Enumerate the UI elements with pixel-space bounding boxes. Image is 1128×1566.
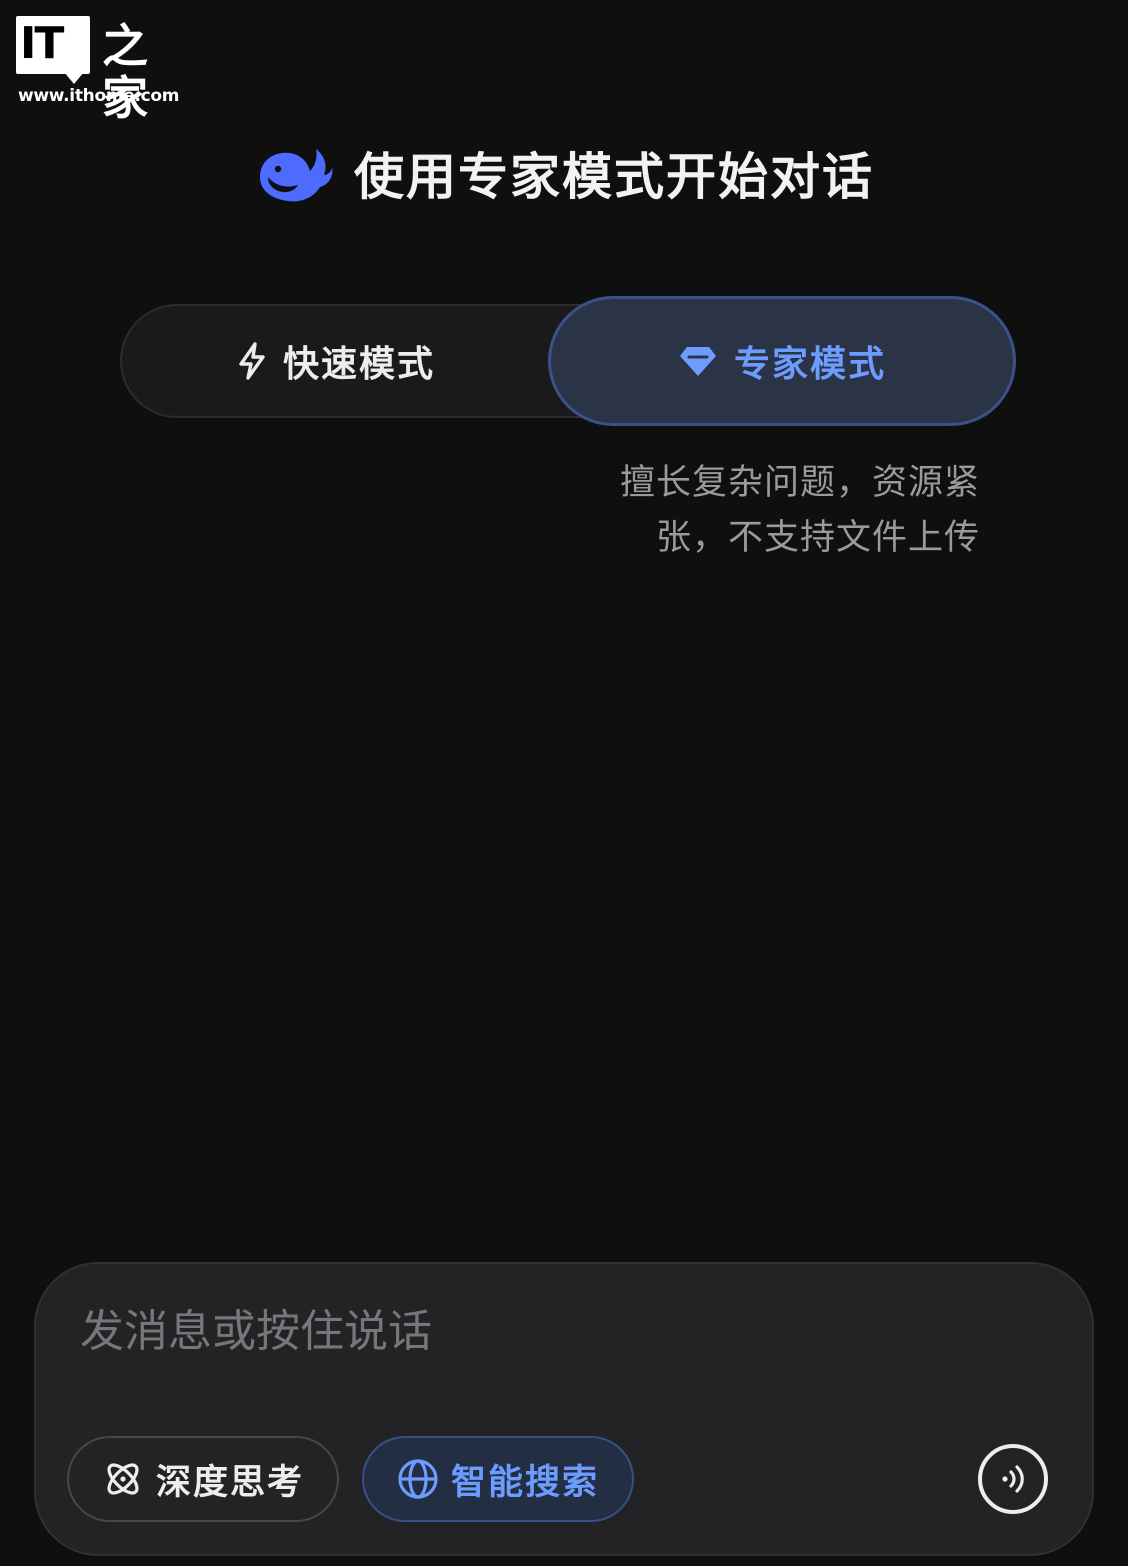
watermark-url: www.ithome.com [18, 86, 180, 106]
page-title: 使用专家模式开始对话 [354, 148, 874, 206]
expert-mode-description: 擅长复杂问题，资源紧 张，不支持文件上传 [560, 456, 980, 566]
description-line-2: 张，不支持文件上传 [655, 518, 980, 558]
diamond-icon [679, 347, 716, 376]
deep-think-label: 深度思考 [155, 1462, 304, 1503]
watermark-hanzi: 之家 [102, 19, 148, 125]
atom-icon [107, 1463, 139, 1495]
message-input[interactable] [80, 1296, 980, 1366]
voice-wave-icon [1002, 1465, 1024, 1493]
globe-icon [398, 1459, 438, 1499]
lightning-icon [239, 342, 265, 380]
whale-icon [260, 149, 333, 202]
smart-search-label: 智能搜索 [450, 1462, 599, 1503]
ithome-watermark: IT 之家 www.ithome.com [16, 16, 180, 124]
expert-mode-label: 专家模式 [733, 344, 886, 385]
voice-input-button[interactable] [978, 1444, 1048, 1514]
fast-mode-button[interactable]: 快速模式 [120, 304, 550, 418]
page-header: 使用专家模式开始对话 [0, 138, 1128, 208]
deep-think-button[interactable]: 深度思考 [67, 1436, 339, 1522]
fast-mode-label: 快速模式 [282, 344, 435, 385]
description-line-1: 擅长复杂问题，资源紧 [619, 463, 980, 503]
smart-search-button[interactable]: 智能搜索 [362, 1436, 634, 1522]
watermark-badge-text: IT [20, 18, 64, 69]
expert-mode-button[interactable]: 专家模式 [548, 296, 1016, 426]
watermark-badge: IT [16, 16, 90, 74]
watermark-badge-tail [64, 72, 84, 84]
